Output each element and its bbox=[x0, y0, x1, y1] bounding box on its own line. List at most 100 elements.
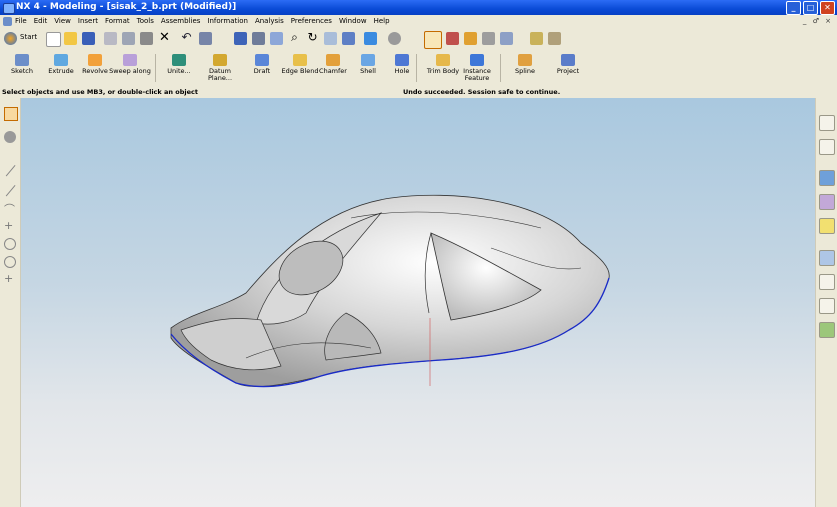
selection-icon[interactable] bbox=[424, 31, 442, 49]
line-icon[interactable] bbox=[5, 164, 17, 178]
menu-item-window[interactable]: Window bbox=[339, 15, 367, 28]
tool-project[interactable]: Project bbox=[546, 52, 590, 86]
status-prompt: Select objects and use MB3, or double-cl… bbox=[2, 88, 198, 96]
menu-item-view[interactable]: View bbox=[54, 15, 71, 28]
tool-label: Sweep along bbox=[109, 67, 151, 75]
tool-icon bbox=[54, 54, 68, 66]
tool-sweep-along[interactable]: Sweep along bbox=[108, 52, 152, 86]
menu-item-edit[interactable]: Edit bbox=[34, 15, 48, 28]
graphics-window[interactable] bbox=[21, 98, 816, 507]
sketch-tool-icon[interactable] bbox=[4, 131, 16, 143]
tool-icon bbox=[518, 54, 532, 66]
menu-item-assemblies[interactable]: Assemblies bbox=[161, 15, 201, 28]
process-studio-icon[interactable] bbox=[819, 298, 835, 314]
part-navigator-icon[interactable] bbox=[819, 139, 835, 155]
render-style-icon[interactable] bbox=[364, 32, 377, 45]
tool-sketch[interactable]: Sketch bbox=[0, 52, 44, 86]
cross-icon[interactable]: + bbox=[4, 273, 16, 285]
orient-icon[interactable] bbox=[342, 32, 355, 45]
rotate-icon[interactable]: ↻ bbox=[306, 31, 319, 44]
close-button[interactable]: ✕ bbox=[820, 1, 835, 15]
start-label: Start bbox=[20, 33, 38, 41]
menu-item-insert[interactable]: Insert bbox=[78, 15, 98, 28]
tool-label: Sketch bbox=[11, 67, 33, 75]
fit-view-icon[interactable] bbox=[234, 32, 247, 45]
pan-icon[interactable] bbox=[324, 32, 337, 45]
tool-datum-plane[interactable]: Datum Plane... bbox=[198, 52, 242, 86]
toolbar-separator bbox=[500, 54, 501, 82]
save-icon[interactable] bbox=[82, 32, 95, 45]
tool-icon bbox=[395, 54, 409, 66]
shaded-icon[interactable] bbox=[388, 32, 401, 45]
resource-bar bbox=[815, 98, 837, 507]
cut-icon[interactable] bbox=[104, 32, 117, 45]
feature-toolbar: Sketch Extrude Revolve Sweep along Unite... D… bbox=[0, 50, 837, 88]
tool-label: Instance Feature bbox=[463, 67, 491, 82]
tool-icon bbox=[561, 54, 575, 66]
measure-icon[interactable] bbox=[500, 32, 513, 45]
filter-icon[interactable] bbox=[199, 32, 212, 45]
wcs-icon[interactable] bbox=[464, 32, 477, 45]
layer-icon[interactable] bbox=[482, 32, 495, 45]
maximize-button[interactable]: □ bbox=[803, 1, 818, 15]
standard-toolbar: Start ✕ ↶ ⌕ ↻ bbox=[0, 28, 837, 51]
selection-toolbar: ⌒ + + bbox=[0, 98, 21, 507]
tool-icon bbox=[172, 54, 186, 66]
menu-item-help[interactable]: Help bbox=[374, 15, 390, 28]
roles-icon[interactable] bbox=[819, 322, 835, 338]
tool-icon bbox=[436, 54, 450, 66]
nx-app-icon bbox=[3, 3, 15, 14]
menu-bar: File Edit View Insert Format Tools Assemblies I… bbox=[0, 15, 837, 28]
circle-icon[interactable] bbox=[4, 238, 16, 250]
open-folder-icon[interactable] bbox=[64, 32, 77, 45]
start-button[interactable]: Start bbox=[4, 31, 42, 46]
tool-icon bbox=[293, 54, 307, 66]
paste-icon[interactable] bbox=[140, 32, 153, 45]
new-file-icon[interactable] bbox=[46, 32, 61, 47]
tool-label: Datum Plane... bbox=[207, 67, 233, 82]
select-pointer-icon[interactable] bbox=[4, 107, 18, 121]
copy-icon[interactable] bbox=[122, 32, 135, 45]
mdi-controls[interactable]: _ ♂ × bbox=[803, 15, 833, 28]
zoom-icon[interactable] bbox=[270, 32, 283, 45]
3d-model-view[interactable] bbox=[21, 98, 816, 507]
menu-item-information[interactable]: Information bbox=[207, 15, 248, 28]
tool-icon bbox=[255, 54, 269, 66]
zoom-window-icon[interactable] bbox=[252, 32, 265, 45]
web-browser-icon[interactable] bbox=[819, 170, 835, 186]
tool-label: Project bbox=[556, 67, 580, 75]
system-materials-icon[interactable] bbox=[819, 274, 835, 290]
snap-point-icon[interactable] bbox=[446, 32, 459, 45]
document-menu-icon[interactable] bbox=[3, 17, 12, 26]
tool-label: Spline bbox=[515, 67, 535, 75]
title-bar: NX 4 - Modeling - [sisak_2_b.prt (Modifi… bbox=[0, 0, 837, 15]
tool-label: Unite... bbox=[167, 67, 191, 75]
tool-spline[interactable]: Spline bbox=[503, 52, 547, 86]
training-icon[interactable] bbox=[819, 194, 835, 210]
point-icon[interactable]: + bbox=[4, 220, 16, 232]
mouse-part-model bbox=[170, 194, 610, 388]
assembly-navigator-icon[interactable] bbox=[819, 115, 835, 131]
help-icon[interactable] bbox=[819, 218, 835, 234]
menu-item-analysis[interactable]: Analysis bbox=[255, 15, 284, 28]
history-icon[interactable] bbox=[819, 250, 835, 266]
tool-label: Hole bbox=[394, 67, 410, 75]
start-icon bbox=[4, 32, 17, 45]
tool-instance-feature[interactable]: Instance Feature bbox=[455, 52, 499, 86]
delete-icon[interactable]: ✕ bbox=[158, 31, 171, 44]
menu-item-tools[interactable]: Tools bbox=[137, 15, 154, 28]
arc-icon[interactable]: ⌒ bbox=[4, 204, 16, 216]
minimize-button[interactable]: _ bbox=[786, 1, 801, 15]
annotation-icon[interactable] bbox=[548, 32, 561, 45]
dimension-icon[interactable] bbox=[530, 32, 543, 45]
menu-item-format[interactable]: Format bbox=[105, 15, 130, 28]
menu-item-file[interactable]: File bbox=[15, 15, 27, 28]
magnify-icon[interactable]: ⌕ bbox=[288, 31, 301, 44]
tool-hole[interactable]: Hole bbox=[380, 52, 424, 86]
circle-2-icon[interactable] bbox=[4, 256, 16, 268]
window-title: NX 4 - Modeling - [sisak_2_b.prt (Modifi… bbox=[16, 2, 237, 12]
undo-icon[interactable]: ↶ bbox=[180, 31, 193, 44]
menu-item-preferences[interactable]: Preferences bbox=[291, 15, 332, 28]
tool-unite[interactable]: Unite... bbox=[157, 52, 201, 86]
line-2-icon[interactable] bbox=[5, 184, 17, 198]
